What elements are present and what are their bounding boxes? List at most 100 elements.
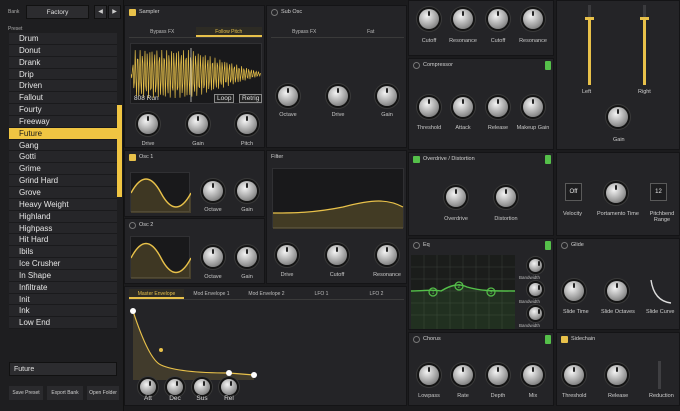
velocity-value[interactable]: Off [565,183,582,201]
chorus-depth-knob[interactable] [488,365,508,385]
preset-item[interactable]: Ibils [9,246,117,259]
filter-response-display[interactable] [272,168,404,229]
portamento-knob[interactable] [606,183,626,203]
sub-osc-toggle[interactable] [271,8,278,16]
compressor-toggle[interactable] [413,61,420,69]
preset-item[interactable]: Driven [9,80,117,93]
sampler-pitch-knob[interactable] [237,114,257,134]
osc1-waveform-display[interactable] [130,172,192,213]
export-bank-button[interactable]: Export Bank [47,386,83,400]
preset-item[interactable]: Drank [9,56,117,69]
osc2-waveform-display[interactable] [130,236,192,279]
osc2-octave-knob[interactable] [203,247,223,267]
preset-item[interactable]: Low End [9,317,117,330]
tab-master-envelope[interactable]: Master Envelope [129,289,184,299]
sample-waveform-display[interactable]: 808 Run Loop Retrig [130,43,263,104]
preset-item[interactable]: Drum [9,33,117,45]
release-knob[interactable] [221,379,237,395]
preset-item[interactable]: Grime [9,163,117,176]
preset-item[interactable]: Future [9,127,117,140]
filter-drive-knob[interactable] [277,245,297,265]
output-gain-knob[interactable] [608,107,628,127]
preset-item[interactable]: In Shape [9,269,117,282]
preset-item[interactable]: Ice Crusher [9,258,117,270]
left-fader-handle[interactable] [585,17,594,20]
slide-curve-display[interactable] [650,279,672,305]
glide-toggle[interactable] [561,241,568,249]
preset-scrollbar[interactable] [117,105,122,197]
eq-enable[interactable] [545,241,551,250]
top-resonance-knob-2[interactable] [523,9,543,29]
slide-octaves-knob[interactable] [607,281,627,301]
bandwidth-knob-3[interactable] [529,307,542,320]
chorus-lowpass-knob[interactable] [419,365,439,385]
next-bank-button[interactable]: ▶ [108,5,121,19]
loop-button[interactable]: Loop [214,94,235,103]
release-node[interactable] [251,372,257,378]
envelope-graph[interactable] [129,305,269,380]
preset-item[interactable]: Gotti [9,151,117,164]
preset-item[interactable]: Freeway [9,115,117,128]
distortion-knob[interactable] [496,187,516,207]
preset-item[interactable]: Infiltrate [9,281,117,294]
top-cutoff-knob-1[interactable] [419,9,439,29]
preset-item[interactable]: Init [9,293,117,306]
preset-item[interactable]: Heavy Weight [9,198,117,211]
preset-item[interactable]: Fourty [9,104,117,116]
preset-item[interactable]: Hit Hard [9,234,117,247]
sub-gain-knob[interactable] [377,86,397,106]
preset-item[interactable]: Fallout [9,92,117,105]
compressor-enable[interactable] [545,61,551,70]
eq-graph[interactable]: 1 2 3 [411,255,515,329]
chorus-toggle[interactable] [413,335,420,343]
eq-toggle[interactable] [413,241,420,249]
tab-fat[interactable]: Fat [338,27,405,37]
prev-bank-button[interactable]: ◀ [94,5,107,19]
bandwidth-knob-2[interactable] [529,283,542,296]
top-cutoff-knob-2[interactable] [488,9,508,29]
sub-drive-knob[interactable] [328,86,348,106]
tab-follow-pitch[interactable]: Follow Pitch [195,27,262,37]
overdrive-enable[interactable] [545,155,551,164]
preset-item[interactable]: Grind Hard [9,175,117,187]
osc2-toggle[interactable] [129,221,136,229]
tab-mod-envelope-1[interactable]: Mod Envelope 1 [184,289,239,299]
chorus-mix-knob[interactable] [523,365,543,385]
attack-knob[interactable] [140,379,156,395]
sustain-node[interactable] [226,370,232,376]
sub-octave-knob[interactable] [278,86,298,106]
osc1-toggle[interactable] [129,153,136,161]
open-folder-button[interactable]: Open Folder [87,386,119,400]
filter-cutoff-knob[interactable] [327,245,347,265]
overdrive-knob[interactable] [446,187,466,207]
save-preset-button[interactable]: Save Preset [9,386,43,400]
bank-select[interactable]: Factory [26,5,89,19]
pitchbend-value[interactable]: 12 [650,183,667,201]
tab-mod-envelope-2[interactable]: Mod Envelope 2 [239,289,294,299]
overdrive-toggle[interactable] [413,155,420,163]
sustain-knob[interactable] [194,379,210,395]
filter-resonance-knob[interactable] [377,245,397,265]
preset-item[interactable]: Highpass [9,222,117,235]
sampler-gain-knob[interactable] [188,114,208,134]
makeup-gain-knob[interactable] [523,97,543,117]
top-resonance-knob-1[interactable] [453,9,473,29]
sampler-toggle[interactable] [129,8,136,16]
attack-comp-knob[interactable] [453,97,473,117]
sidechain-toggle[interactable] [561,335,568,343]
tab-sub-bypass-fx[interactable]: Bypass FX [271,27,338,37]
preset-item[interactable]: Drip [9,68,117,81]
sampler-drive-knob[interactable] [138,114,158,134]
osc1-gain-knob[interactable] [237,181,257,201]
tab-bypass-fx[interactable]: Bypass FX [129,27,196,37]
chorus-rate-knob[interactable] [453,365,473,385]
attack-node[interactable] [130,308,136,314]
decay-knob[interactable] [167,379,183,395]
osc1-octave-knob[interactable] [203,181,223,201]
curve-node[interactable] [159,348,163,352]
sidechain-threshold-knob[interactable] [564,365,584,385]
right-fader-handle[interactable] [640,17,649,20]
chorus-enable[interactable] [545,335,551,344]
preset-item[interactable]: Grove [9,186,117,199]
slide-time-knob[interactable] [564,281,584,301]
